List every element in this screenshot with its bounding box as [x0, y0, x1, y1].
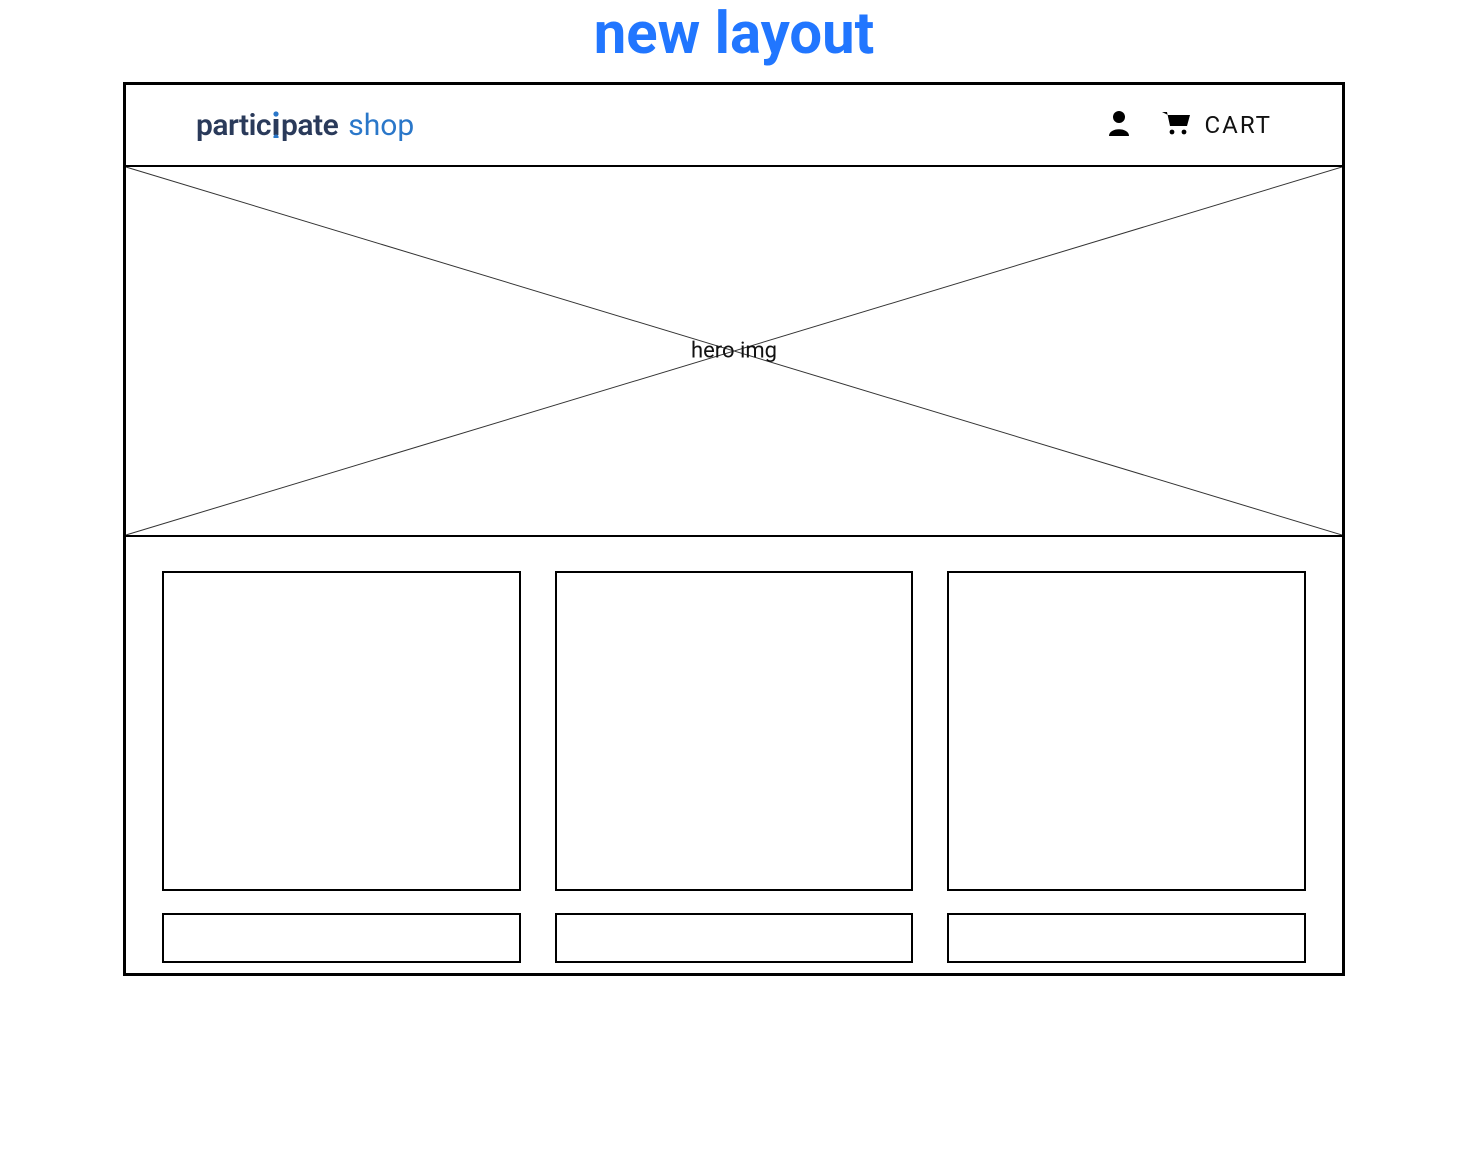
- grid-row-small: [162, 913, 1306, 963]
- logo-text-sub: shop: [348, 108, 414, 143]
- grid-item: [555, 571, 914, 891]
- grid-item: [947, 571, 1306, 891]
- cart-label: CART: [1205, 111, 1272, 139]
- content-grid: [126, 537, 1342, 973]
- grid-item: [162, 571, 521, 891]
- page-title: new layout: [10, 0, 1458, 82]
- grid-item-label: [947, 913, 1306, 963]
- user-icon[interactable]: [1107, 110, 1131, 140]
- cart-button[interactable]: CART: [1161, 110, 1272, 140]
- cart-icon: [1161, 110, 1191, 140]
- logo-text-main: particpate: [196, 107, 338, 143]
- hero-image-placeholder: hero img: [126, 167, 1342, 537]
- grid-item-label: [555, 913, 914, 963]
- wireframe-frame: particpate shop CART: [123, 82, 1345, 976]
- grid-row-large: [162, 571, 1306, 891]
- site-logo[interactable]: particpate shop: [196, 107, 414, 143]
- header-bar: particpate shop CART: [126, 85, 1342, 167]
- grid-item-label: [162, 913, 521, 963]
- header-actions: CART: [1107, 110, 1272, 140]
- hero-placeholder-label: hero img: [691, 339, 777, 364]
